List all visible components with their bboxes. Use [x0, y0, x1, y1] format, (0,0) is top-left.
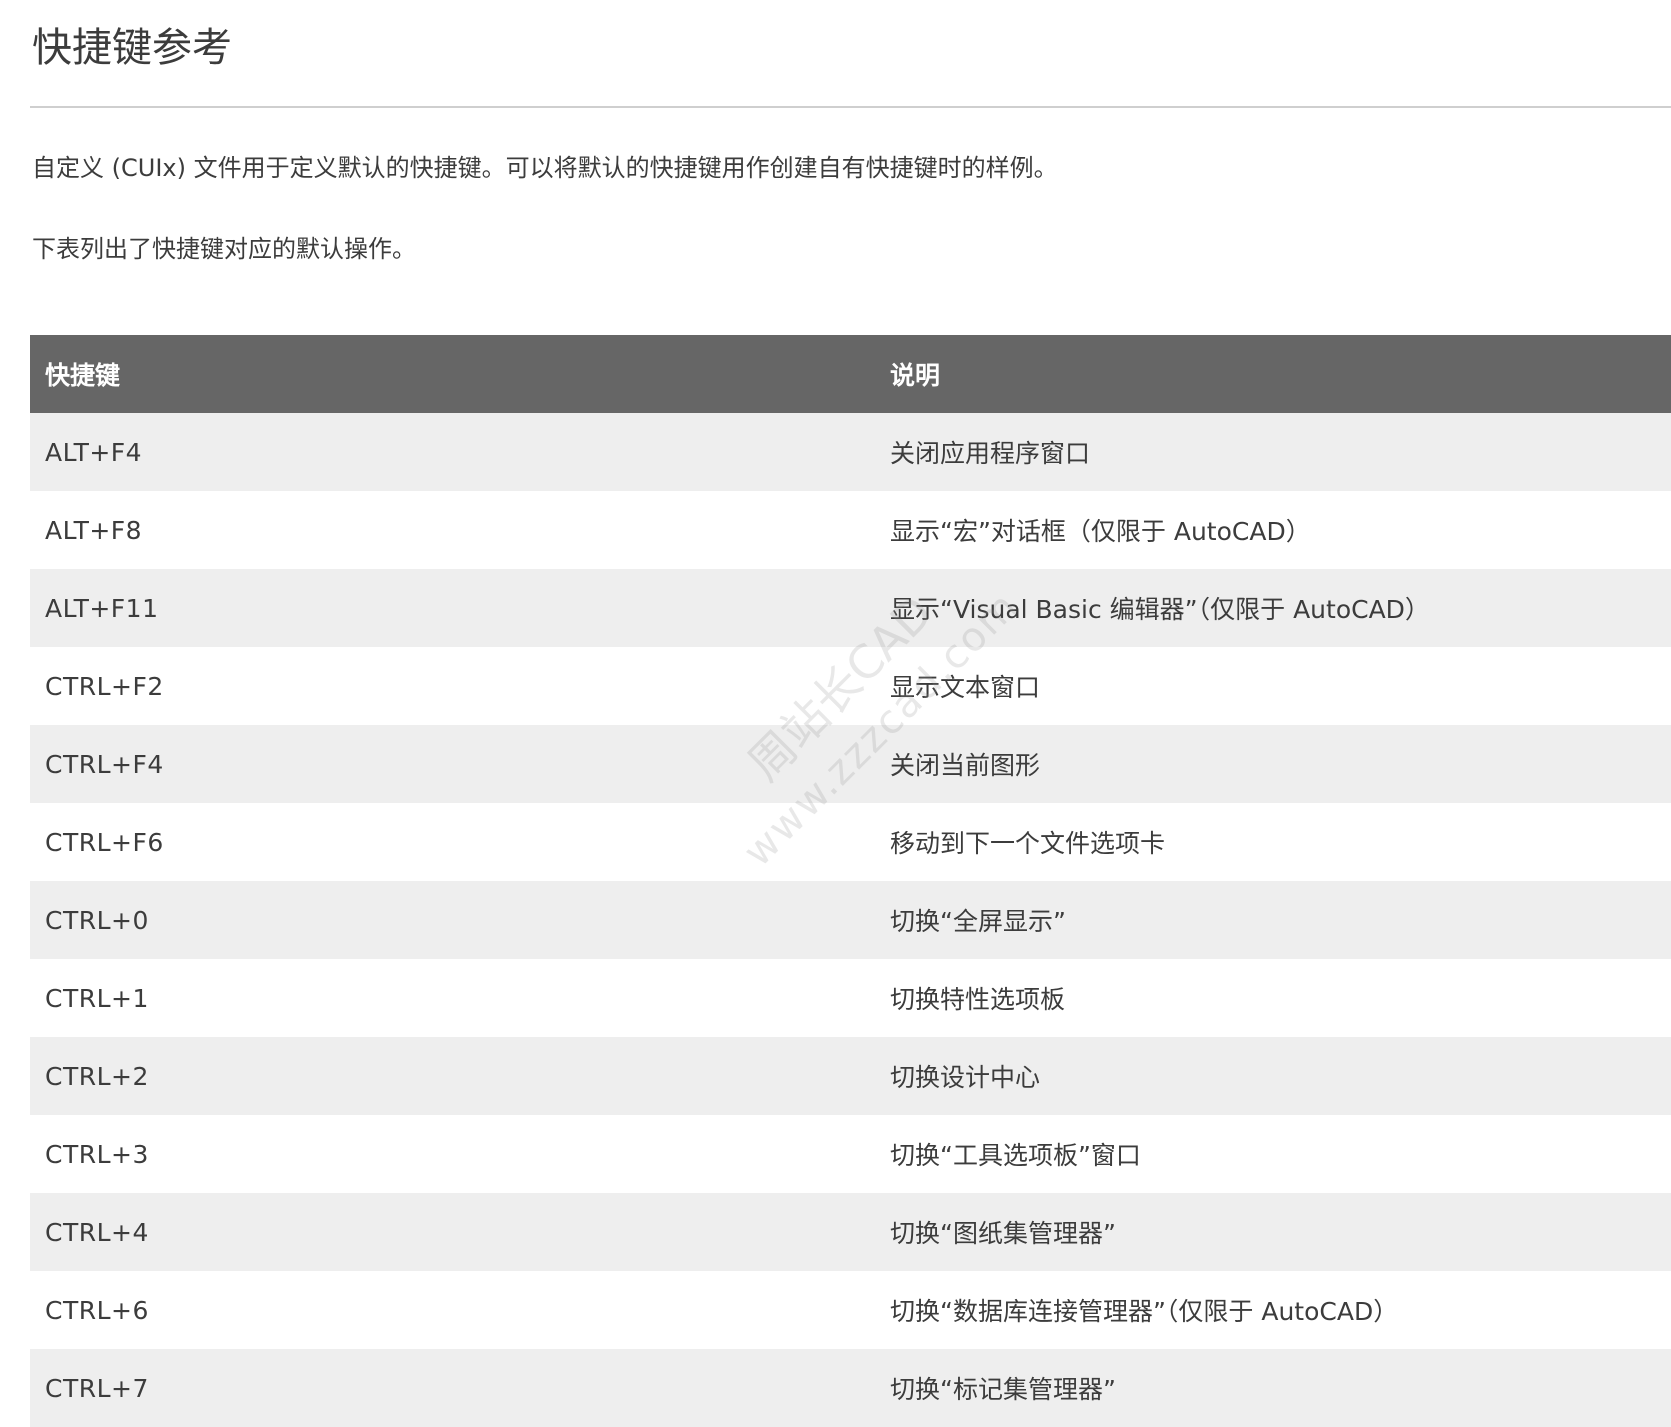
title-divider: [30, 106, 1671, 108]
shortcut-description-cell: 切换“数据库连接管理器”（仅限于 AutoCAD）: [875, 1271, 1671, 1349]
shortcut-description-cell: 显示“Visual Basic 编辑器”（仅限于 AutoCAD）: [875, 569, 1671, 647]
table-row: CTRL+3 切换“工具选项板”窗口: [30, 1115, 1671, 1193]
table-row: CTRL+1 切换特性选项板: [30, 959, 1671, 1037]
table-row: ALT+F4 关闭应用程序窗口: [30, 413, 1671, 491]
shortcut-description-cell: 切换“工具选项板”窗口: [875, 1115, 1671, 1193]
shortcut-description-cell: 切换特性选项板: [875, 959, 1671, 1037]
shortcut-key-cell: CTRL+1: [30, 959, 875, 1037]
shortcut-description-cell: 显示文本窗口: [875, 647, 1671, 725]
table-body: ALT+F4 关闭应用程序窗口 ALT+F8 显示“宏”对话框（仅限于 Auto…: [30, 413, 1671, 1427]
shortcut-key-cell: CTRL+F6: [30, 803, 875, 881]
intro-paragraph-cuix: 自定义 (CUIx) 文件用于定义默认的快捷键。可以将默认的快捷键用作创建自有快…: [32, 154, 1058, 182]
shortcut-key-cell: CTRL+7: [30, 1349, 875, 1427]
shortcut-table: 快捷键 说明 ALT+F4 关闭应用程序窗口 ALT+F8 显示“宏”对话框（仅…: [30, 335, 1671, 1427]
page-title: 快捷键参考: [32, 25, 232, 71]
page: 快捷键参考 自定义 (CUIx) 文件用于定义默认的快捷键。可以将默认的快捷键用…: [0, 0, 1671, 1427]
shortcut-description-cell: 切换“标记集管理器”: [875, 1349, 1671, 1427]
shortcut-description-cell: 显示“宏”对话框（仅限于 AutoCAD）: [875, 491, 1671, 569]
shortcut-description-cell: 关闭当前图形: [875, 725, 1671, 803]
table-row: CTRL+2 切换设计中心: [30, 1037, 1671, 1115]
shortcut-key-cell: ALT+F8: [30, 491, 875, 569]
table-row: CTRL+F4 关闭当前图形: [30, 725, 1671, 803]
table-row: CTRL+4 切换“图纸集管理器”: [30, 1193, 1671, 1271]
column-header-shortcut: 快捷键: [30, 335, 875, 413]
shortcut-description-cell: 切换“图纸集管理器”: [875, 1193, 1671, 1271]
shortcut-description-cell: 切换“全屏显示”: [875, 881, 1671, 959]
table-row: CTRL+7 切换“标记集管理器”: [30, 1349, 1671, 1427]
table-row: CTRL+F2 显示文本窗口: [30, 647, 1671, 725]
table-row: CTRL+F6 移动到下一个文件选项卡: [30, 803, 1671, 881]
table-row: ALT+F11 显示“Visual Basic 编辑器”（仅限于 AutoCAD…: [30, 569, 1671, 647]
shortcut-key-cell: CTRL+6: [30, 1271, 875, 1349]
shortcut-key-cell: CTRL+F2: [30, 647, 875, 725]
shortcut-key-cell: CTRL+3: [30, 1115, 875, 1193]
table-row: ALT+F8 显示“宏”对话框（仅限于 AutoCAD）: [30, 491, 1671, 569]
shortcut-description-cell: 移动到下一个文件选项卡: [875, 803, 1671, 881]
shortcut-key-cell: ALT+F4: [30, 413, 875, 491]
table-header: 快捷键 说明: [30, 335, 1671, 413]
shortcut-key-cell: ALT+F11: [30, 569, 875, 647]
intro-paragraph-table: 下表列出了快捷键对应的默认操作。: [32, 235, 416, 263]
shortcut-key-cell: CTRL+4: [30, 1193, 875, 1271]
shortcut-description-cell: 切换设计中心: [875, 1037, 1671, 1115]
column-header-description: 说明: [875, 335, 1671, 413]
table-row: CTRL+0 切换“全屏显示”: [30, 881, 1671, 959]
table-header-row: 快捷键 说明: [30, 335, 1671, 413]
shortcut-key-cell: CTRL+2: [30, 1037, 875, 1115]
shortcut-description-cell: 关闭应用程序窗口: [875, 413, 1671, 491]
shortcut-key-cell: CTRL+0: [30, 881, 875, 959]
table-row: CTRL+6 切换“数据库连接管理器”（仅限于 AutoCAD）: [30, 1271, 1671, 1349]
shortcut-key-cell: CTRL+F4: [30, 725, 875, 803]
